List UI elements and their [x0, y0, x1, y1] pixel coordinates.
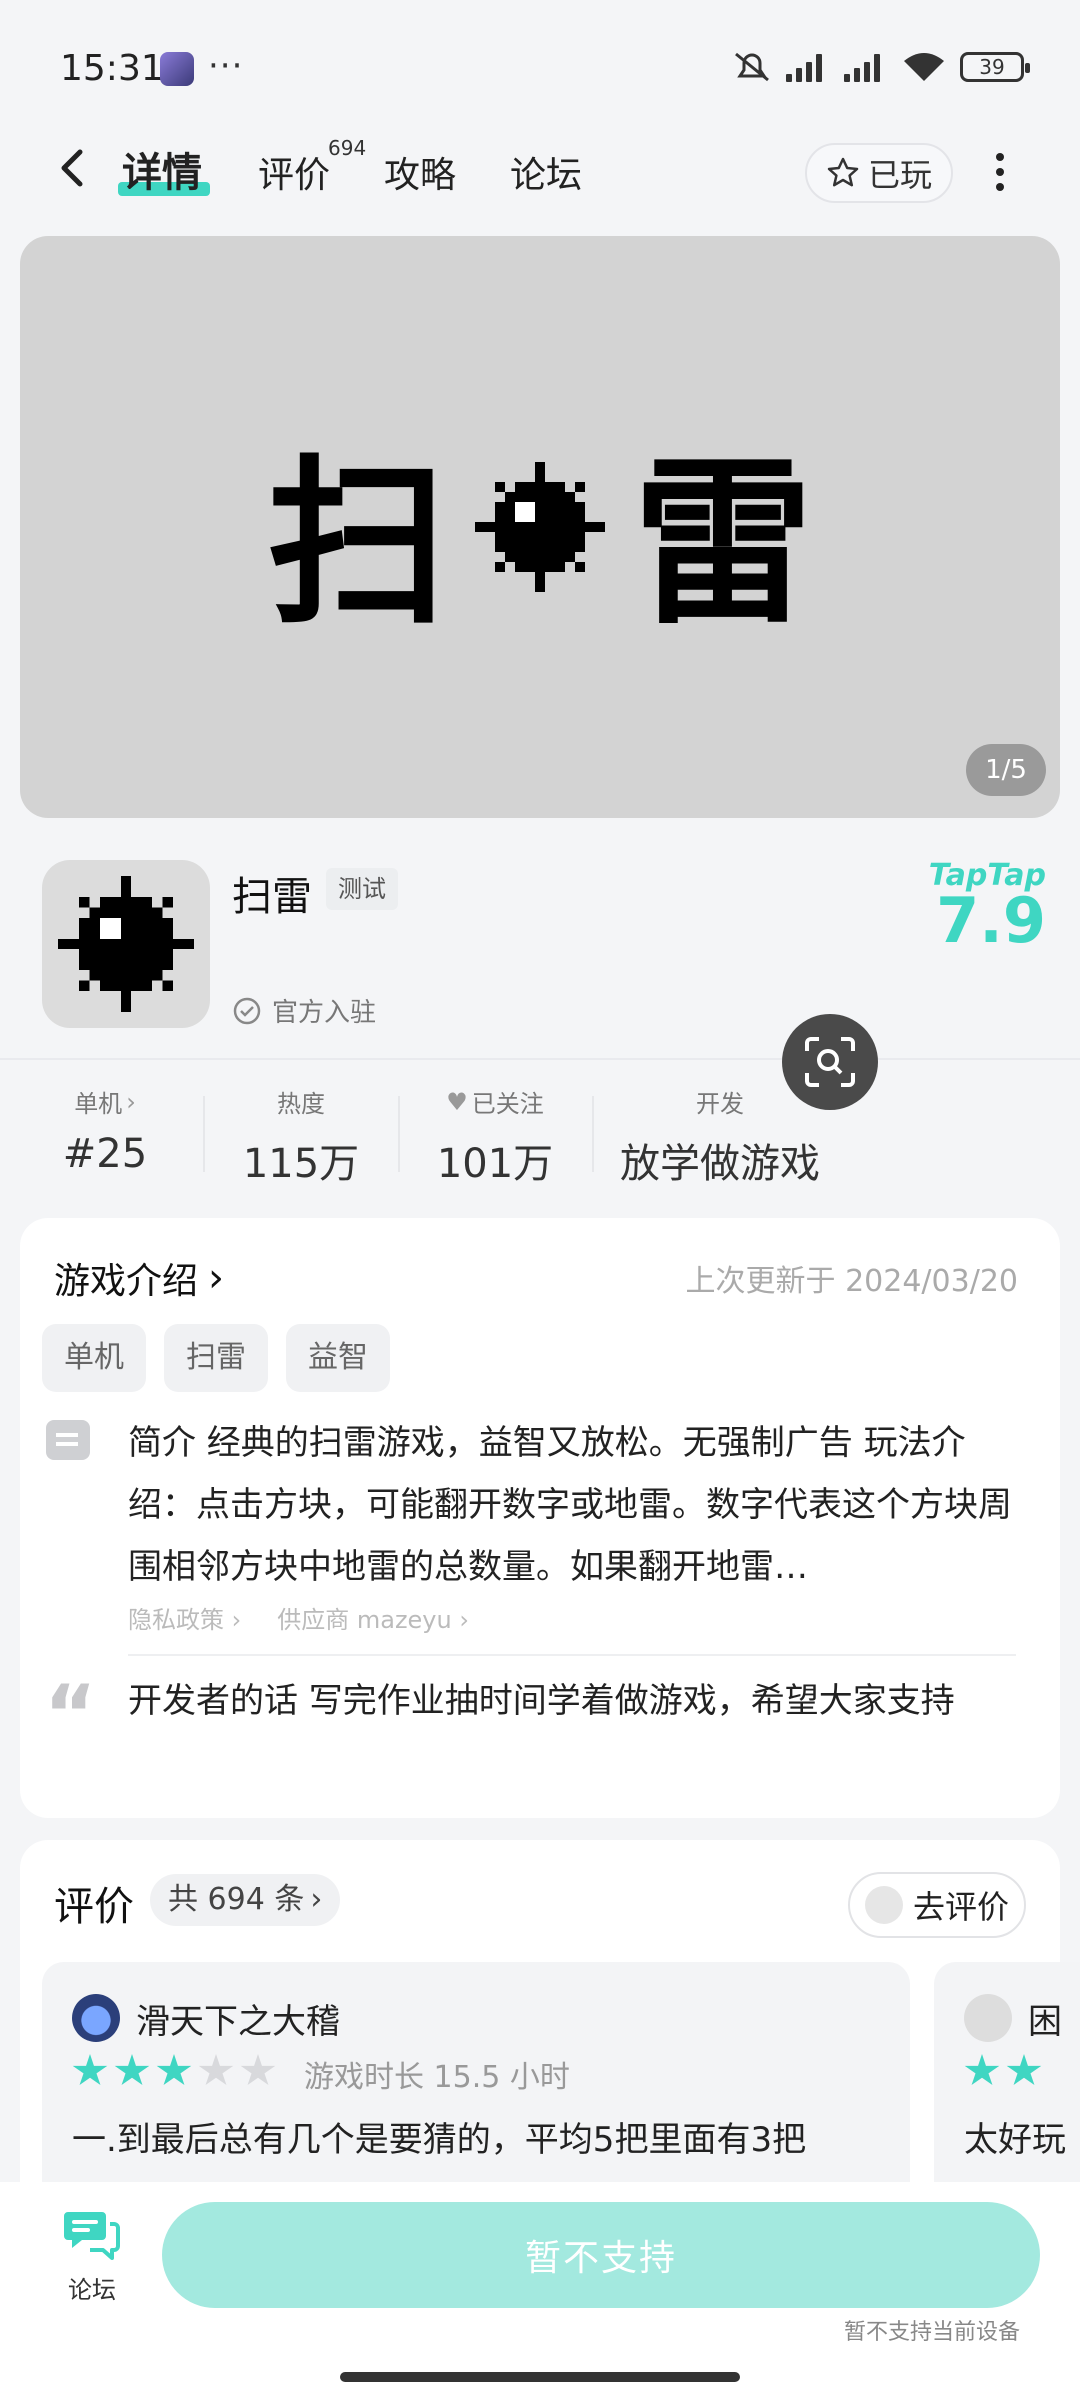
page-indicator: 1/5 [966, 744, 1046, 796]
review-text: 一.到最后总有几个是要猜的，平均5把里面有3把 [72, 2120, 807, 2160]
official-badge: 官方入驻 [232, 992, 376, 1029]
privacy-policy-link[interactable]: 隐私政策 › [128, 1600, 241, 1635]
official-label: 官方入驻 [272, 998, 377, 1028]
chevron-right-icon: › [310, 1882, 323, 1917]
write-review-label: 去评价 [912, 1888, 1009, 1926]
star-icon [1006, 2054, 1042, 2085]
write-review-button[interactable]: 去评价 [848, 1872, 1026, 1938]
reviews-title: 评价 [54, 1884, 134, 1930]
star-icon [240, 2054, 276, 2085]
tag-chip[interactable]: 扫雷 [164, 1324, 268, 1392]
home-indicator[interactable] [340, 2372, 740, 2382]
image-search-button[interactable] [782, 1014, 878, 1110]
screenshot-banner[interactable]: 扫 雷 1/5 [20, 236, 1060, 818]
tag-chip[interactable]: 单机 [42, 1324, 146, 1392]
stat-value: 101万 [436, 1141, 554, 1187]
review-count-button[interactable]: 共 694 条 › [150, 1874, 341, 1926]
mine-icon [58, 876, 194, 1012]
app-name: 扫雷 [232, 874, 312, 920]
stat-label: 单机 [74, 1090, 123, 1118]
banner-title-left: 扫 [266, 439, 447, 649]
game-intro-header[interactable]: 游戏介绍 › [54, 1252, 224, 1304]
stat-value: 115万 [242, 1141, 360, 1187]
reviewer-avatar [72, 1994, 120, 2042]
provider-link[interactable]: 供应商 mazeyu › [277, 1600, 469, 1635]
battery-level: 39 [979, 55, 1005, 79]
stat-popularity: 热度 115万 [216, 1084, 386, 1189]
signal-icon [786, 52, 830, 82]
developer-words: 开发者的话 写完作业抽时间学着做游戏，希望大家支持 [128, 1681, 955, 1721]
more-options-icon[interactable] [988, 150, 1012, 194]
reviewer-name: 困 [1028, 2002, 1062, 2042]
stat-divider [398, 1096, 400, 1172]
heart-check-icon: ♥ [446, 1087, 468, 1116]
test-tag: 测试 [326, 868, 398, 910]
star-icon [156, 2054, 192, 2085]
mute-icon [735, 52, 769, 82]
rating-score: 7.9 [936, 884, 1046, 957]
stat-divider [203, 1096, 205, 1172]
unsupported-hint: 暂不支持当前设备 [844, 2320, 1021, 2345]
star-rating [72, 2054, 276, 2088]
more-notifications-icon: ··· [208, 46, 244, 86]
stat-divider [592, 1096, 594, 1172]
tab-guides[interactable]: 攻略 [384, 146, 456, 198]
star-icon [964, 2054, 1000, 2085]
reviewer-avatar [964, 1994, 1012, 2042]
tab-forum[interactable]: 论坛 [510, 146, 582, 198]
download-button[interactable]: 暂不支持 [162, 2202, 1040, 2308]
review-text: 太好玩 [964, 2120, 1066, 2160]
forum-label: 论坛 [68, 2276, 116, 2304]
stat-value: 放学做游戏 [620, 1141, 820, 1187]
section-title: 游戏介绍 [54, 1261, 199, 1302]
status-time: 15:31 [60, 48, 164, 89]
status-icons: 39 [732, 50, 1030, 84]
intro-links: 隐私政策 › 供应商 mazeyu › [128, 1600, 469, 1635]
played-label: 已玩 [867, 156, 932, 194]
stat-category[interactable]: 单机 › #25 [20, 1084, 190, 1178]
forum-icon[interactable] [62, 2208, 122, 2262]
star-rating [964, 2054, 1042, 2088]
played-button[interactable]: 已玩 [805, 143, 953, 203]
stat-label: 已关注 [471, 1090, 544, 1118]
review-count-badge: 694 [328, 136, 367, 160]
signal-icon-2 [844, 52, 888, 82]
star-icon [114, 2054, 150, 2085]
stat-label: 开发 [696, 1090, 744, 1118]
stat-followers[interactable]: ♥ 已关注 101万 [410, 1084, 580, 1189]
back-icon[interactable] [52, 146, 96, 190]
intro-summary[interactable]: 简介 经典的扫雷游戏，益智又放松。无强制广告 玩法介绍：点击方块，可能翻开数字或… [128, 1412, 1016, 1598]
quote-icon: “ [44, 1668, 97, 1761]
stat-value: #25 [62, 1131, 148, 1177]
chevron-right-icon: › [208, 1255, 225, 1301]
reviewer-name: 滑天下之大稽 [136, 2002, 340, 2042]
star-icon [198, 2054, 234, 2085]
wifi-icon [904, 53, 944, 81]
mine-icon [475, 462, 605, 592]
banner-title-right: 雷 [633, 439, 814, 649]
star-icon [72, 2054, 108, 2085]
play-time: 游戏时长 15.5 小时 [304, 2060, 570, 2095]
divider [128, 1654, 1016, 1656]
tab-details[interactable]: 详情 [122, 140, 202, 198]
user-avatar [864, 1886, 903, 1924]
stat-label: 热度 [277, 1090, 325, 1118]
chevron-right-icon: › [126, 1087, 136, 1116]
scan-search-icon [805, 1037, 855, 1087]
app-icon [42, 860, 210, 1028]
check-circle-icon [233, 997, 261, 1024]
review-count-label: 共 694 条 [168, 1882, 305, 1917]
battery-icon: 39 [960, 52, 1030, 82]
tab-reviews[interactable]: 评价 [258, 146, 330, 198]
notification-avatar-icon [160, 52, 194, 86]
tag-chip[interactable]: 益智 [286, 1324, 390, 1392]
last-update: 上次更新于 2024/03/20 [685, 1264, 1018, 1299]
divider [0, 1058, 1080, 1060]
star-outline-icon [827, 157, 859, 187]
document-icon [46, 1420, 90, 1460]
